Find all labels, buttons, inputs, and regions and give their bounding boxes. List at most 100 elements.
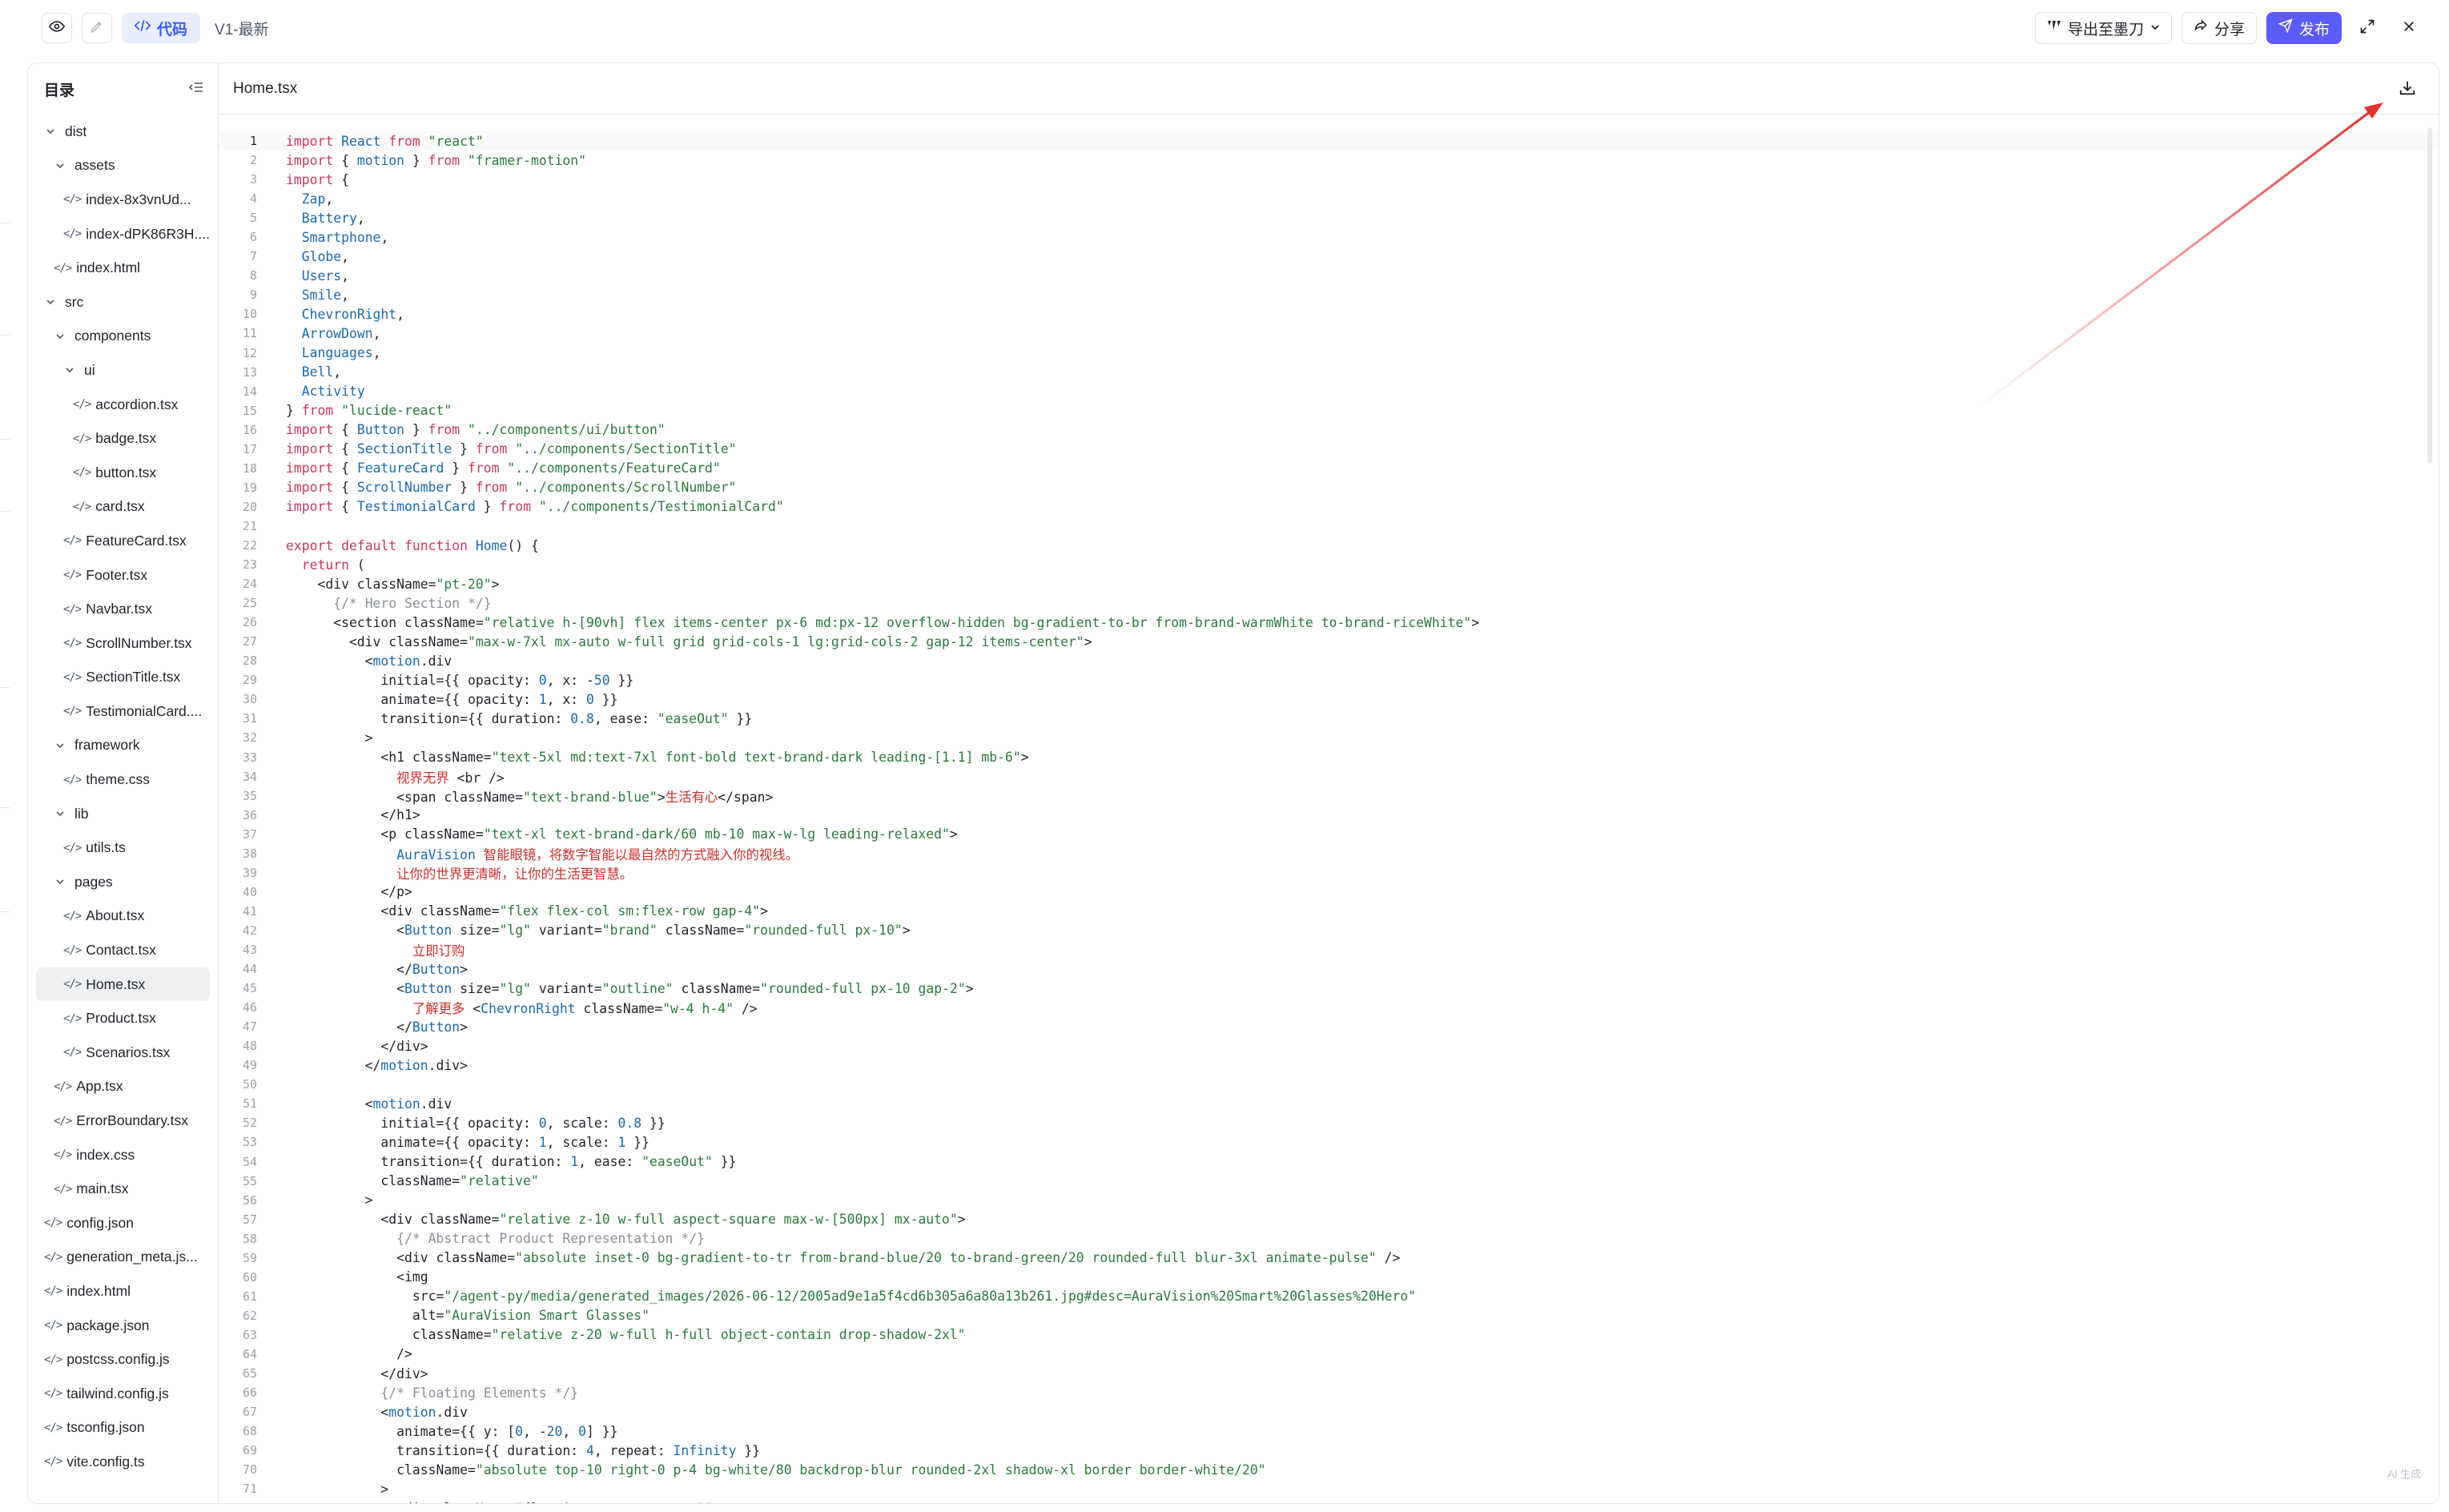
code-tab[interactable]: 代码 xyxy=(122,13,201,43)
code-line[interactable]: 25 {/* Hero Section */} xyxy=(219,593,2439,613)
code-line[interactable]: 8 Users, xyxy=(219,266,2439,285)
tree-folder[interactable]: components xyxy=(36,320,210,354)
code-area[interactable]: 1 import React from "react" 2 import { moti… xyxy=(219,131,2439,1503)
tree-file[interactable]: </> vite.config.ts xyxy=(36,1445,210,1479)
code-line[interactable]: 63 className="relative z-20 w-full h-ful… xyxy=(219,1325,2439,1345)
code-line[interactable]: 3 import { xyxy=(219,170,2439,189)
export-modao-button[interactable]: 导出至墨刀 xyxy=(2034,12,2172,44)
tree-file[interactable]: </> theme.css xyxy=(36,762,210,797)
code-line[interactable]: 56 > xyxy=(219,1191,2439,1210)
code-line[interactable]: 27 <div className="max-w-7xl mx-auto w-f… xyxy=(219,632,2439,651)
tree-file[interactable]: </> index-8x3vnUd... xyxy=(36,183,210,217)
code-line[interactable]: 59 <div className="absolute inset-0 bg-g… xyxy=(219,1249,2439,1268)
code-line[interactable]: 14 Activity xyxy=(219,382,2439,401)
code-line[interactable]: 30 animate={{ opacity: 1, x: 0 }} xyxy=(219,690,2439,709)
code-line[interactable]: 15} from "lucide-react" xyxy=(219,401,2439,420)
code-line[interactable]: 71 > xyxy=(219,1479,2439,1498)
code-line[interactable]: 24 <div className="pt-20"> xyxy=(219,574,2439,593)
fullscreen-button[interactable] xyxy=(2351,12,2383,44)
tree-file[interactable]: </> ScrollNumber.tsx xyxy=(36,626,210,661)
tree-folder[interactable]: ui xyxy=(36,353,210,388)
code-line[interactable]: 5 Battery, xyxy=(219,208,2439,227)
code-line[interactable]: 10 ChevronRight, xyxy=(219,304,2439,324)
tree-file[interactable]: </> postcss.config.js xyxy=(36,1342,210,1377)
code-line[interactable]: 44 </Button> xyxy=(219,959,2439,979)
tree-folder[interactable]: src xyxy=(36,285,210,320)
code-line[interactable]: 48 </div> xyxy=(219,1036,2439,1056)
tree-file[interactable]: </> card.tsx xyxy=(36,490,210,525)
publish-button[interactable]: 发布 xyxy=(2266,12,2342,44)
code-line[interactable]: 61 src="/agent-py/media/generated_images… xyxy=(219,1287,2439,1306)
code-line[interactable]: 9 Smile, xyxy=(219,285,2439,304)
tree-file[interactable]: </> TestimonialCard.... xyxy=(36,694,210,729)
code-line[interactable]: 66 {/* Floating Elements */} xyxy=(219,1383,2439,1402)
code-scrollbar[interactable] xyxy=(2427,127,2432,464)
code-line[interactable]: 42 <Button size="lg" variant="brand" cla… xyxy=(219,921,2439,940)
tree-file[interactable]: </> index.html xyxy=(36,251,210,285)
download-button[interactable] xyxy=(2394,76,2421,103)
code-line[interactable]: 62 alt="AuraVision Smart Glasses" xyxy=(219,1306,2439,1325)
tree-file[interactable]: </> Scenarios.tsx xyxy=(36,1035,210,1070)
code-line[interactable]: 20 import { TestimonialCard } from "../co… xyxy=(219,497,2439,517)
code-line[interactable]: 19 import { ScrollNumber } from "../compo… xyxy=(219,478,2439,497)
code-line[interactable]: 49 </motion.div> xyxy=(219,1056,2439,1075)
code-line[interactable]: 55 className="relative" xyxy=(219,1172,2439,1191)
tree-file[interactable]: </> tailwind.config.js xyxy=(36,1377,210,1411)
code-line[interactable]: 7 Globe, xyxy=(219,247,2439,266)
tree-file[interactable]: </> index.css xyxy=(36,1138,210,1172)
code-line[interactable]: 58 {/* Abstract Product Representation *… xyxy=(219,1229,2439,1249)
code-line[interactable]: 41 <div className="flex flex-col sm:flex… xyxy=(219,902,2439,921)
code-line[interactable]: 2 import { motion } from "framer-motion" xyxy=(219,151,2439,170)
code-line[interactable]: 38 AuraVision 智能眼镜，将数字智能以最自然的方式融入你的视线。 xyxy=(219,844,2439,863)
code-line[interactable]: 31 transition={{ duration: 0.8, ease: "e… xyxy=(219,709,2439,728)
tree-file[interactable]: </> accordion.tsx xyxy=(36,388,210,422)
code-line[interactable]: 13 Bell, xyxy=(219,363,2439,382)
code-line[interactable]: 54 transition={{ duration: 1, ease: "eas… xyxy=(219,1152,2439,1171)
code-line[interactable]: 69 transition={{ duration: 4, repeat: In… xyxy=(219,1441,2439,1460)
code-line[interactable]: 23 return ( xyxy=(219,555,2439,574)
tree-folder[interactable]: dist xyxy=(36,115,210,149)
tree-file[interactable]: </> ErrorBoundary.tsx xyxy=(36,1104,210,1138)
tree-file[interactable]: </> tsconfig.json xyxy=(36,1411,210,1446)
code-line[interactable]: 35 <span className="text-brand-blue">生活有… xyxy=(219,786,2439,806)
code-line[interactable]: 1 import React from "react" xyxy=(219,131,2439,151)
tree-file[interactable]: </> Product.tsx xyxy=(36,1001,210,1035)
preview-button[interactable] xyxy=(42,13,72,43)
tree-file[interactable]: </> SectionTitle.tsx xyxy=(36,661,210,695)
tree-folder[interactable]: pages xyxy=(36,865,210,899)
code-line[interactable]: 72 <div className="flex items-center gap… xyxy=(219,1498,2439,1503)
tree-file[interactable]: </> utils.ts xyxy=(36,830,210,865)
tree-file[interactable]: </> package.json xyxy=(36,1309,210,1343)
code-line[interactable]: 4 Zap, xyxy=(219,189,2439,208)
code-line[interactable]: 60 <img xyxy=(219,1268,2439,1287)
code-line[interactable]: 36 </h1> xyxy=(219,806,2439,825)
tree-folder[interactable]: assets xyxy=(36,149,210,183)
tree-folder[interactable]: framework xyxy=(36,729,210,763)
code-line[interactable]: 33 <h1 className="text-5xl md:text-7xl f… xyxy=(219,748,2439,767)
tree-file[interactable]: </> index.html xyxy=(36,1274,210,1309)
tree-file[interactable]: </> Home.tsx xyxy=(36,967,210,1002)
tree-file[interactable]: </> button.tsx xyxy=(36,456,210,490)
tree-file[interactable]: </> config.json xyxy=(36,1206,210,1241)
code-line[interactable]: 64 /> xyxy=(219,1345,2439,1364)
tree-file[interactable]: </> main.tsx xyxy=(36,1172,210,1206)
tree-file[interactable]: </> About.tsx xyxy=(36,899,210,934)
code-line[interactable]: 18 import { FeatureCard } from "../compon… xyxy=(219,459,2439,478)
code-line[interactable]: 6 Smartphone, xyxy=(219,227,2439,247)
code-line[interactable]: 52 initial={{ opacity: 0, scale: 0.8 }} xyxy=(219,1113,2439,1132)
tree-file[interactable]: </> Navbar.tsx xyxy=(36,592,210,626)
tree-file[interactable]: </> Footer.tsx xyxy=(36,558,210,593)
code-line[interactable]: 37 <p className="text-xl text-brand-dark… xyxy=(219,825,2439,844)
code-line[interactable]: 39 让你的世界更清晰，让你的生活更智慧。 xyxy=(219,863,2439,883)
code-line[interactable]: 11 ArrowDown, xyxy=(219,324,2439,343)
code-line[interactable]: 26 <section className="relative h-[90vh]… xyxy=(219,613,2439,632)
code-line[interactable]: 28 <motion.div xyxy=(219,651,2439,670)
code-line[interactable]: 45 <Button size="lg" variant="outline" c… xyxy=(219,979,2439,998)
share-button[interactable]: 分享 xyxy=(2181,12,2257,44)
code-line[interactable]: 68 animate={{ y: [0, -20, 0] }} xyxy=(219,1422,2439,1441)
tree-folder[interactable]: lib xyxy=(36,797,210,831)
code-line[interactable]: 50 xyxy=(219,1075,2439,1094)
code-line[interactable]: 22 export default function Home() { xyxy=(219,536,2439,555)
code-line[interactable]: 53 animate={{ opacity: 1, scale: 1 }} xyxy=(219,1132,2439,1152)
edit-button[interactable] xyxy=(82,13,112,43)
